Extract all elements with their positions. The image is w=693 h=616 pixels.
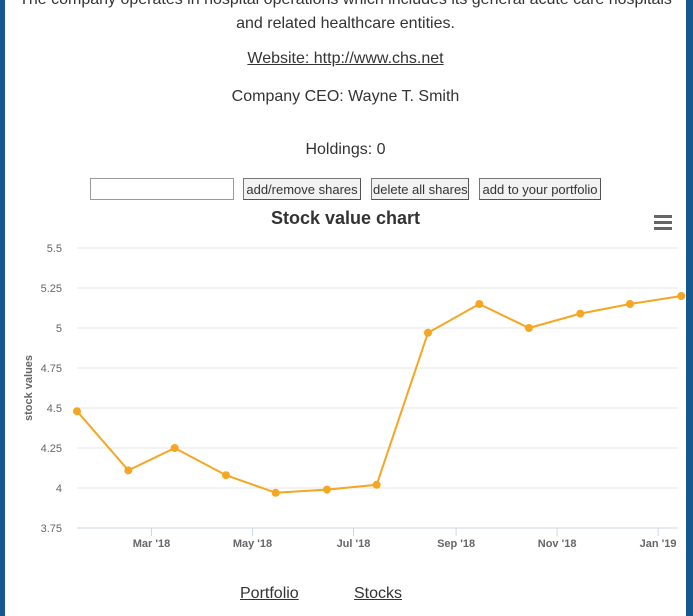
nav-portfolio-link[interactable]: Portfolio bbox=[240, 585, 299, 603]
y-tick-label: 5 bbox=[56, 323, 62, 335]
stock-line-chart: 3.75 4 4.25 4.5 4.75 5 5.25 5.5 Mar '18 May '18 Ju… bbox=[23, 243, 686, 550]
data-point bbox=[271, 488, 280, 497]
y-tick-label: 4.25 bbox=[41, 443, 62, 455]
data-point bbox=[222, 471, 230, 480]
data-point bbox=[475, 300, 484, 308]
y-tick-label: 5.25 bbox=[41, 283, 62, 295]
x-tick-label: Mar '18 bbox=[133, 538, 170, 550]
data-point bbox=[677, 292, 686, 300]
x-tick-label: Sep '18 bbox=[437, 538, 475, 550]
series-line bbox=[76, 295, 682, 494]
y-tick-label: 4.5 bbox=[47, 403, 62, 415]
y-tick-label: 4 bbox=[56, 483, 62, 495]
x-tick-label: Nov '18 bbox=[538, 538, 577, 550]
x-tick-label: May '18 bbox=[233, 538, 272, 550]
stock-detail-panel: The company operates in hospital operati… bbox=[5, 0, 686, 570]
y-tick-label: 4.75 bbox=[41, 363, 62, 375]
data-point bbox=[372, 480, 381, 489]
data-point bbox=[576, 309, 585, 318]
data-point bbox=[423, 328, 432, 337]
bottom-nav: Portfolio Stocks bbox=[5, 570, 686, 616]
y-axis-label: stock values bbox=[23, 355, 35, 421]
y-tick-label: 3.75 bbox=[41, 523, 62, 535]
x-tick-label: Jul '18 bbox=[337, 538, 371, 550]
y-tick-label: 5.5 bbox=[47, 243, 62, 255]
nav-stocks-link[interactable]: Stocks bbox=[354, 585, 402, 603]
x-tick-label: Jan '19 bbox=[640, 538, 677, 550]
data-point bbox=[322, 485, 331, 494]
data-point bbox=[124, 466, 133, 475]
data-point bbox=[73, 407, 81, 416]
data-point bbox=[170, 444, 179, 452]
data-point bbox=[625, 300, 634, 308]
data-point bbox=[524, 324, 533, 332]
